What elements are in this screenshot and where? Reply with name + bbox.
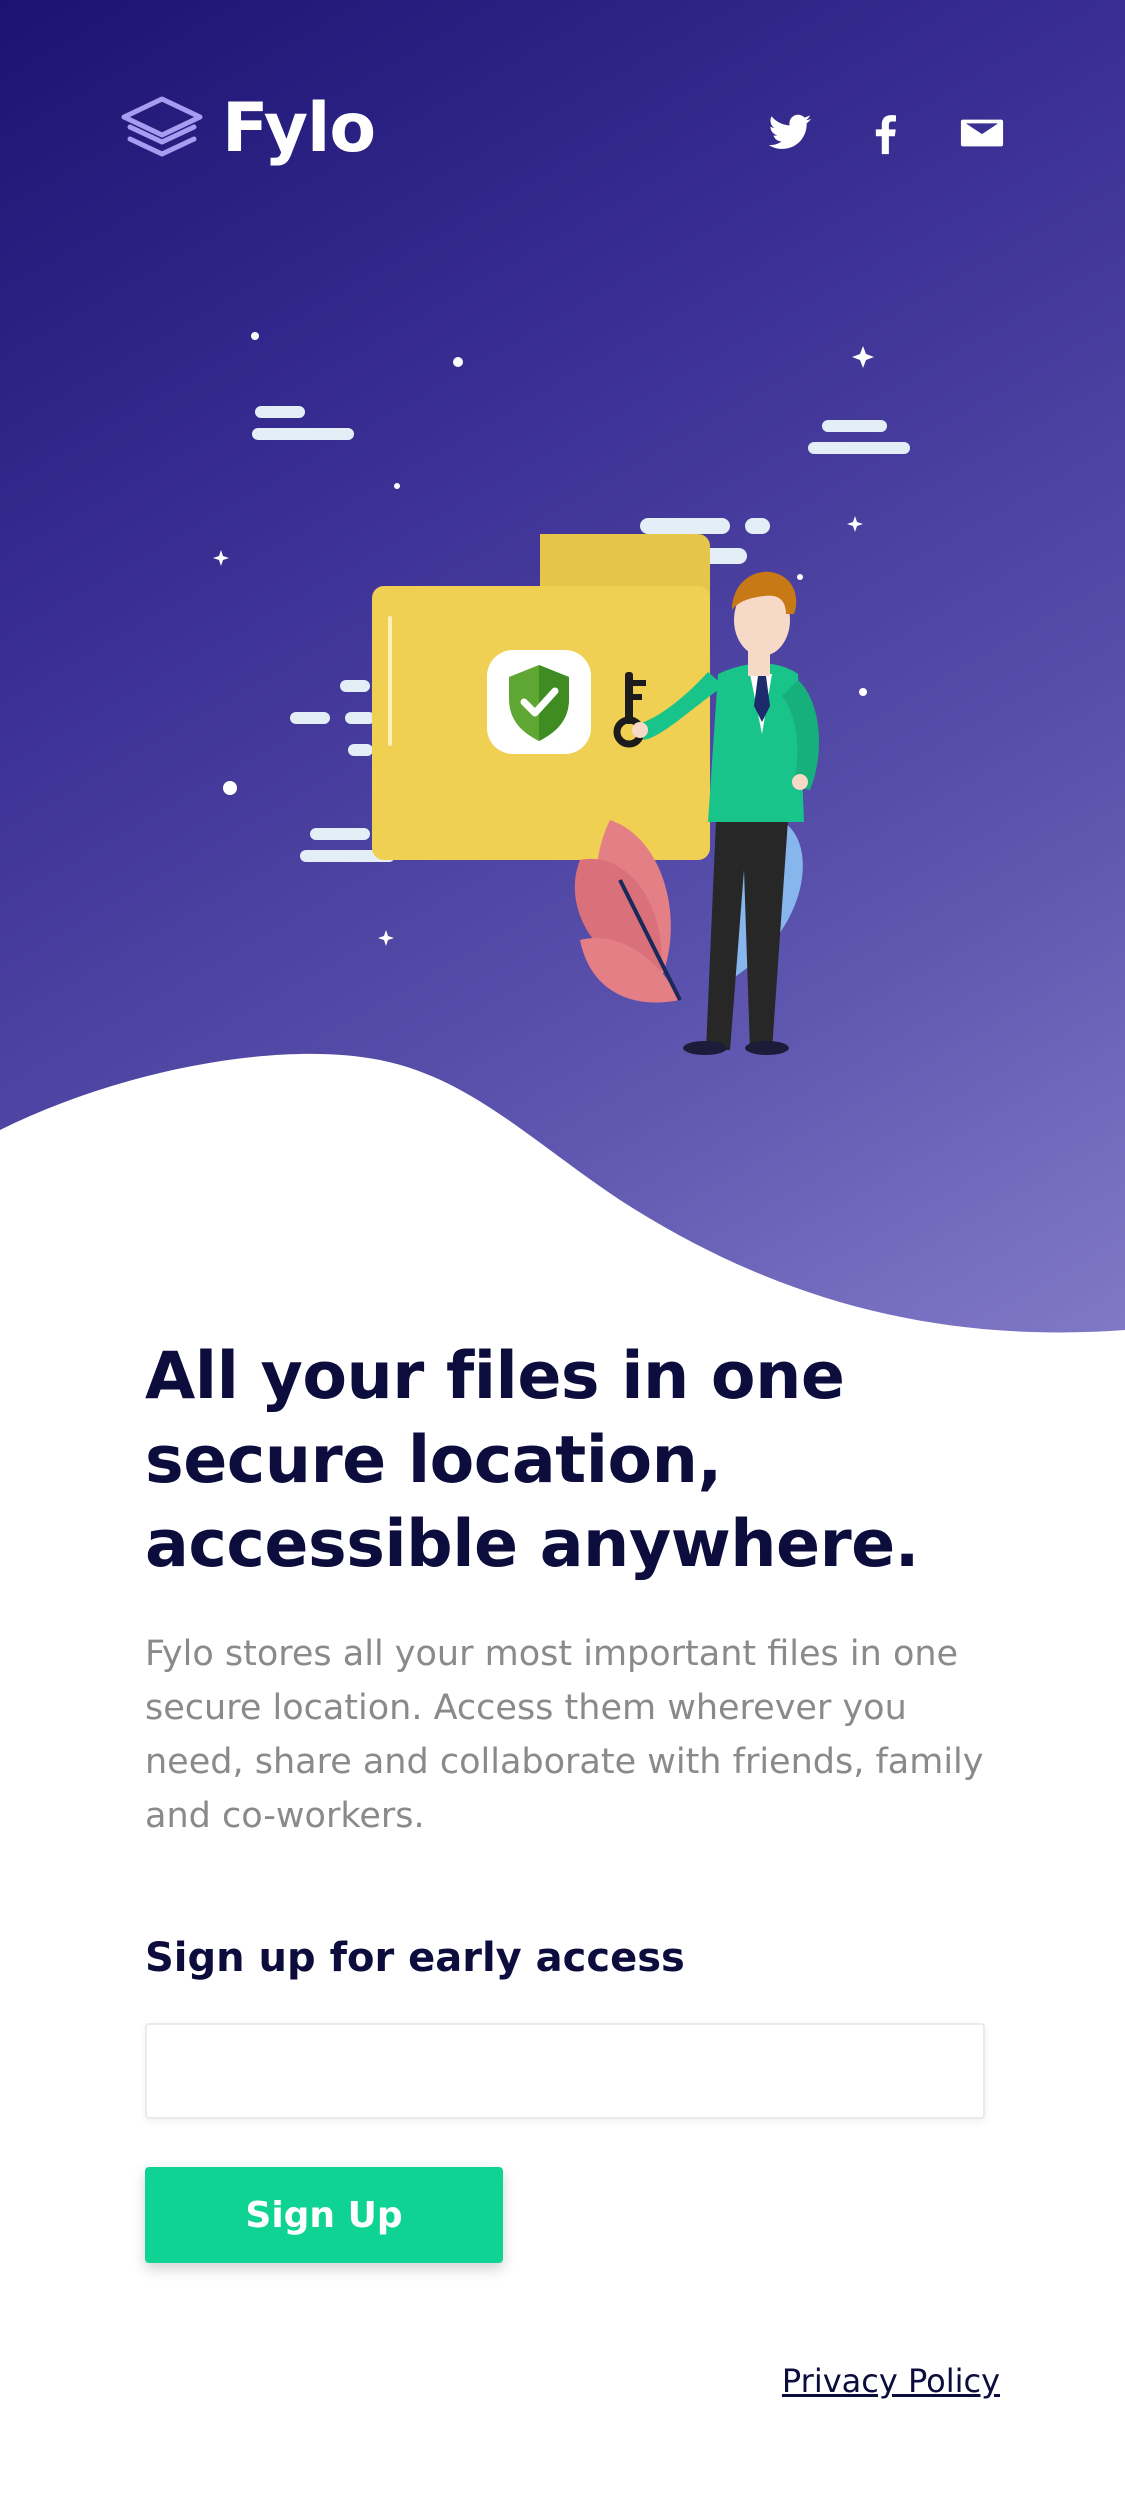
hero-illustration: [213, 332, 910, 1055]
facebook-icon: [875, 115, 896, 155]
page-description: Fylo stores all your most important file…: [145, 1634, 984, 1836]
signup-heading: Sign up for early access: [145, 1935, 685, 1981]
twitter-link[interactable]: [767, 110, 813, 156]
main-content: All your files in one secure location, a…: [145, 1335, 1000, 2263]
hero-section: Fylo: [0, 0, 1125, 1360]
email-field[interactable]: [145, 2023, 985, 2119]
logo-wordmark: Fylo: [222, 89, 376, 168]
email-link[interactable]: [959, 110, 1005, 156]
stacked-layers-icon: [121, 96, 203, 157]
logo[interactable]: Fylo: [120, 89, 376, 168]
social-links: [767, 110, 1005, 156]
facebook-link[interactable]: [863, 110, 909, 156]
envelope-icon: [960, 119, 1004, 147]
sign-up-button[interactable]: Sign Up: [145, 2167, 503, 2263]
page-title: All your files in one secure location, a…: [145, 1339, 919, 1582]
folder-graphic: [372, 534, 710, 860]
landing-page: Fylo All your files in one secure locati…: [0, 0, 1125, 2499]
twitter-icon: [768, 114, 812, 149]
privacy-policy-link[interactable]: Privacy Policy: [782, 2362, 1000, 2400]
wave-divider: [0, 1053, 1125, 1360]
